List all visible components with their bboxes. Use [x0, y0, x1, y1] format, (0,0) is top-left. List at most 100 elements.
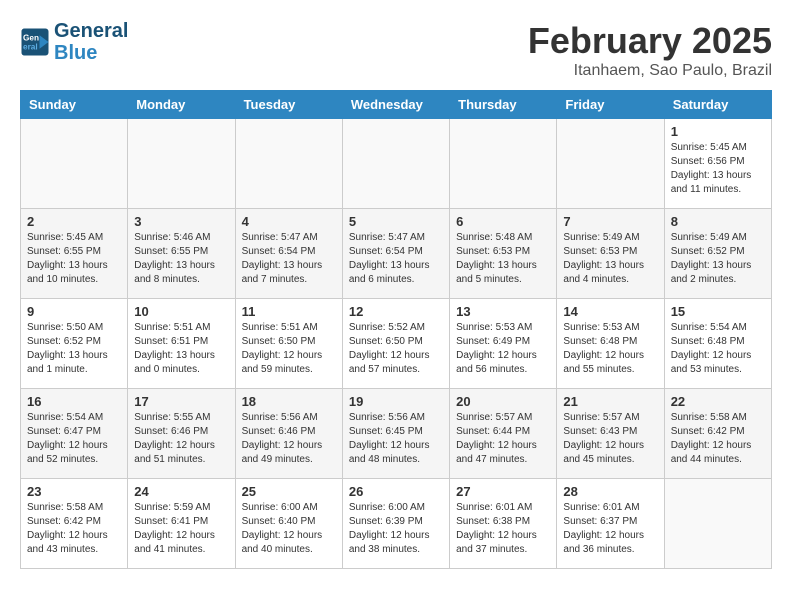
day-info: Sunrise: 5:55 AM Sunset: 6:46 PM Dayligh…: [134, 411, 228, 467]
day-number: 4: [242, 214, 336, 229]
day-info: Sunrise: 6:01 AM Sunset: 6:37 PM Dayligh…: [563, 501, 657, 557]
logo-blue: Blue: [54, 42, 128, 64]
calendar-cell: 23Sunrise: 5:58 AM Sunset: 6:42 PM Dayli…: [21, 479, 128, 569]
day-number: 10: [134, 304, 228, 319]
day-info: Sunrise: 5:58 AM Sunset: 6:42 PM Dayligh…: [27, 501, 121, 557]
day-info: Sunrise: 6:00 AM Sunset: 6:40 PM Dayligh…: [242, 501, 336, 557]
calendar-cell: 9 Sunrise: 5:50 AM Sunset: 6:52 PM Daylig…: [21, 299, 128, 389]
day-number: 8: [671, 214, 765, 229]
day-info: Sunrise: 6:00 AM Sunset: 6:39 PM Dayligh…: [349, 501, 443, 557]
location: Itanhaem, Sao Paulo, Brazil: [528, 62, 772, 80]
weekday-header-saturday: Saturday: [664, 91, 771, 119]
day-info: Sunrise: 5:49 AM Sunset: 6:52 PM Dayligh…: [671, 231, 765, 287]
day-info: Sunrise: 5:57 AM Sunset: 6:44 PM Dayligh…: [456, 411, 550, 467]
day-number: 16: [27, 394, 121, 409]
day-info: Sunrise: 5:58 AM Sunset: 6:42 PM Dayligh…: [671, 411, 765, 467]
weekday-header-row: SundayMondayTuesdayWednesdayThursdayFrid…: [21, 91, 772, 119]
day-number: 20: [456, 394, 550, 409]
logo-icon: Gen eral: [20, 27, 50, 57]
day-info: Sunrise: 5:56 AM Sunset: 6:46 PM Dayligh…: [242, 411, 336, 467]
day-info: Sunrise: 5:54 AM Sunset: 6:47 PM Dayligh…: [27, 411, 121, 467]
day-info: Sunrise: 5:45 AM Sunset: 6:56 PM Dayligh…: [671, 141, 765, 197]
calendar-cell: 28 Sunrise: 6:01 AM Sunset: 6:37 PM Dayli…: [557, 479, 664, 569]
calendar-cell: 15 Sunrise: 5:54 AM Sunset: 6:48 PM Dayli…: [664, 299, 771, 389]
day-number: 7: [563, 214, 657, 229]
day-info: Sunrise: 5:57 AM Sunset: 6:43 PM Dayligh…: [563, 411, 657, 467]
calendar-cell: 17 Sunrise: 5:55 AM Sunset: 6:46 PM Dayli…: [128, 389, 235, 479]
day-number: 25: [242, 484, 336, 499]
day-number: 15: [671, 304, 765, 319]
day-number: 27: [456, 484, 550, 499]
day-info: Sunrise: 5:49 AM Sunset: 6:53 PM Dayligh…: [563, 231, 657, 287]
day-number: 19: [349, 394, 443, 409]
calendar-cell: 3 Sunrise: 5:46 AM Sunset: 6:55 PM Daylig…: [128, 209, 235, 299]
calendar-cell: 24 Sunrise: 5:59 AM Sunset: 6:41 PM Dayli…: [128, 479, 235, 569]
day-number: 11: [242, 304, 336, 319]
calendar-cell: [128, 119, 235, 209]
week-row-2: 2 Sunrise: 5:45 AM Sunset: 6:55 PM Daylig…: [21, 209, 772, 299]
weekday-header-monday: Monday: [128, 91, 235, 119]
logo-general: General: [54, 20, 128, 42]
day-number: 21: [563, 394, 657, 409]
calendar-cell: 4 Sunrise: 5:47 AM Sunset: 6:54 PM Daylig…: [235, 209, 342, 299]
day-number: 18: [242, 394, 336, 409]
calendar-cell: 5Sunrise: 5:47 AM Sunset: 6:54 PM Daylig…: [342, 209, 449, 299]
day-info: Sunrise: 5:50 AM Sunset: 6:52 PM Dayligh…: [27, 321, 121, 377]
day-number: 1: [671, 124, 765, 139]
day-number: 12: [349, 304, 443, 319]
calendar-cell: 19Sunrise: 5:56 AM Sunset: 6:45 PM Dayli…: [342, 389, 449, 479]
day-info: Sunrise: 5:46 AM Sunset: 6:55 PM Dayligh…: [134, 231, 228, 287]
day-number: 6: [456, 214, 550, 229]
day-number: 14: [563, 304, 657, 319]
calendar-cell: 1 Sunrise: 5:45 AM Sunset: 6:56 PM Daylig…: [664, 119, 771, 209]
weekday-header-friday: Friday: [557, 91, 664, 119]
day-number: 24: [134, 484, 228, 499]
calendar-cell: 13 Sunrise: 5:53 AM Sunset: 6:49 PM Dayli…: [450, 299, 557, 389]
day-number: 2: [27, 214, 121, 229]
week-row-3: 9 Sunrise: 5:50 AM Sunset: 6:52 PM Daylig…: [21, 299, 772, 389]
day-number: 22: [671, 394, 765, 409]
calendar-cell: 12 Sunrise: 5:52 AM Sunset: 6:50 PM Dayli…: [342, 299, 449, 389]
day-number: 26: [349, 484, 443, 499]
day-number: 3: [134, 214, 228, 229]
calendar-cell: 21 Sunrise: 5:57 AM Sunset: 6:43 PM Dayli…: [557, 389, 664, 479]
day-number: 28: [563, 484, 657, 499]
title-area: February 2025 Itanhaem, Sao Paulo, Brazi…: [528, 20, 772, 80]
calendar-cell: 16 Sunrise: 5:54 AM Sunset: 6:47 PM Dayli…: [21, 389, 128, 479]
svg-text:Gen: Gen: [23, 34, 39, 43]
calendar-cell: 25 Sunrise: 6:00 AM Sunset: 6:40 PM Dayli…: [235, 479, 342, 569]
month-title: February 2025: [528, 20, 772, 62]
day-number: 9: [27, 304, 121, 319]
day-number: 13: [456, 304, 550, 319]
calendar-cell: 22 Sunrise: 5:58 AM Sunset: 6:42 PM Dayli…: [664, 389, 771, 479]
weekday-header-tuesday: Tuesday: [235, 91, 342, 119]
logo: Gen eral General Blue: [20, 20, 128, 64]
day-info: Sunrise: 5:53 AM Sunset: 6:48 PM Dayligh…: [563, 321, 657, 377]
weekday-header-thursday: Thursday: [450, 91, 557, 119]
day-info: Sunrise: 5:51 AM Sunset: 6:50 PM Dayligh…: [242, 321, 336, 377]
day-info: Sunrise: 5:51 AM Sunset: 6:51 PM Dayligh…: [134, 321, 228, 377]
calendar-cell: 18 Sunrise: 5:56 AM Sunset: 6:46 PM Dayli…: [235, 389, 342, 479]
day-info: Sunrise: 5:52 AM Sunset: 6:50 PM Dayligh…: [349, 321, 443, 377]
day-info: Sunrise: 5:54 AM Sunset: 6:48 PM Dayligh…: [671, 321, 765, 377]
svg-text:eral: eral: [23, 43, 38, 52]
calendar-cell: 8 Sunrise: 5:49 AM Sunset: 6:52 PM Daylig…: [664, 209, 771, 299]
calendar-cell: 6 Sunrise: 5:48 AM Sunset: 6:53 PM Daylig…: [450, 209, 557, 299]
calendar-cell: 7 Sunrise: 5:49 AM Sunset: 6:53 PM Daylig…: [557, 209, 664, 299]
day-info: Sunrise: 5:53 AM Sunset: 6:49 PM Dayligh…: [456, 321, 550, 377]
calendar-cell: [342, 119, 449, 209]
calendar-cell: 14 Sunrise: 5:53 AM Sunset: 6:48 PM Dayli…: [557, 299, 664, 389]
day-info: Sunrise: 5:48 AM Sunset: 6:53 PM Dayligh…: [456, 231, 550, 287]
day-number: 17: [134, 394, 228, 409]
day-info: Sunrise: 5:45 AM Sunset: 6:55 PM Dayligh…: [27, 231, 121, 287]
calendar-cell: 27Sunrise: 6:01 AM Sunset: 6:38 PM Dayli…: [450, 479, 557, 569]
calendar-cell: 20 Sunrise: 5:57 AM Sunset: 6:44 PM Dayli…: [450, 389, 557, 479]
calendar-cell: [557, 119, 664, 209]
day-info: Sunrise: 5:47 AM Sunset: 6:54 PM Dayligh…: [242, 231, 336, 287]
calendar-cell: [21, 119, 128, 209]
day-info: Sunrise: 5:59 AM Sunset: 6:41 PM Dayligh…: [134, 501, 228, 557]
calendar-cell: [235, 119, 342, 209]
calendar-cell: 26 Sunrise: 6:00 AM Sunset: 6:39 PM Dayli…: [342, 479, 449, 569]
week-row-4: 16 Sunrise: 5:54 AM Sunset: 6:47 PM Dayli…: [21, 389, 772, 479]
week-row-5: 23Sunrise: 5:58 AM Sunset: 6:42 PM Dayli…: [21, 479, 772, 569]
